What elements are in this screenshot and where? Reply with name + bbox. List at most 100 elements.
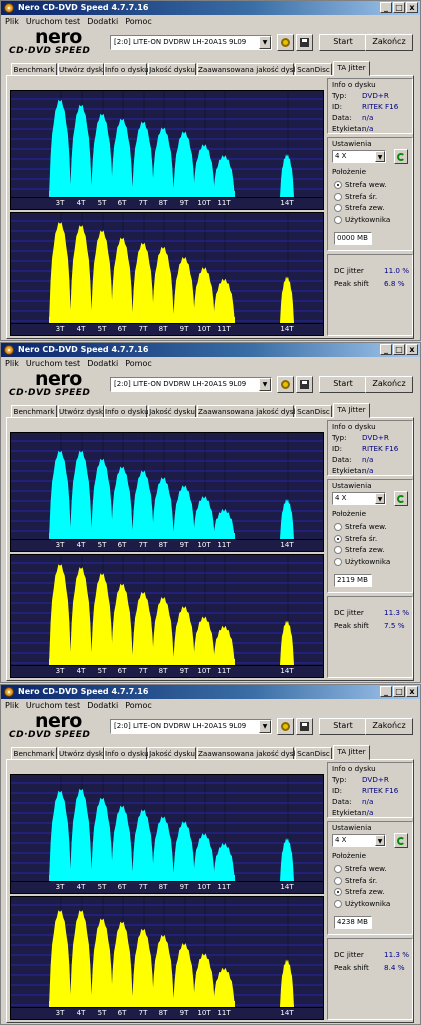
save-button[interactable] bbox=[296, 376, 313, 393]
maximize-button[interactable]: □ bbox=[393, 2, 405, 13]
position-option[interactable]: Strefa śr. bbox=[334, 875, 377, 886]
save-button[interactable] bbox=[296, 34, 313, 51]
drive-select[interactable]: [2:0] LITE-ON DVDRW LH-20A1S 9L09 ▼ bbox=[110, 719, 272, 734]
refresh-button[interactable] bbox=[394, 491, 408, 506]
position-mb-field[interactable]: 4238 MB bbox=[334, 916, 372, 929]
start-button[interactable]: Start bbox=[319, 376, 367, 393]
drive-info-button[interactable] bbox=[277, 34, 294, 51]
maximize-button[interactable]: □ bbox=[393, 686, 405, 697]
radio-button[interactable] bbox=[334, 888, 342, 896]
menu-item[interactable]: Plik bbox=[1, 358, 22, 370]
title-buttons: _ □ x bbox=[379, 344, 418, 356]
radio-button[interactable] bbox=[334, 192, 342, 201]
chevron-down-icon[interactable]: ▼ bbox=[375, 151, 385, 162]
title-bar[interactable]: Nero CD-DVD Speed 4.7.7.16 _ □ x bbox=[1, 343, 420, 357]
position-mb-field[interactable]: 0000 MB bbox=[334, 232, 372, 245]
tab-ta-jitter[interactable]: TA Jitter bbox=[333, 403, 370, 418]
results-group: DC jitter 11.3 % Peak shift 7.5 % bbox=[327, 596, 413, 678]
pit-jitter-svg bbox=[11, 213, 323, 323]
settings-title: Ustawienia bbox=[332, 139, 372, 148]
menu-item[interactable]: Plik bbox=[1, 700, 22, 712]
menu-item[interactable]: Dodatki bbox=[83, 700, 121, 712]
position-option[interactable]: Strefa wew. bbox=[334, 179, 387, 190]
pit-jitter-chart bbox=[10, 212, 324, 324]
chevron-down-icon[interactable]: ▼ bbox=[259, 378, 271, 391]
x-tick-label: 9T bbox=[179, 325, 189, 333]
land-peak bbox=[152, 127, 174, 197]
start-button[interactable]: Start bbox=[319, 34, 367, 51]
refresh-button[interactable] bbox=[394, 149, 408, 164]
menu-item[interactable]: Pomoc bbox=[121, 16, 155, 28]
position-option[interactable]: Użytkownika bbox=[334, 214, 390, 225]
radio-button[interactable] bbox=[334, 204, 342, 212]
minimize-button[interactable]: _ bbox=[380, 2, 392, 13]
menu-item[interactable]: Dodatki bbox=[83, 358, 121, 370]
start-button[interactable]: Start bbox=[319, 718, 367, 735]
chevron-down-icon[interactable]: ▼ bbox=[375, 835, 385, 846]
speed-select[interactable]: 4 X ▼ bbox=[332, 834, 386, 847]
radio-button[interactable] bbox=[334, 876, 342, 885]
position-option[interactable]: Użytkownika bbox=[334, 556, 390, 567]
pit-peak bbox=[193, 267, 215, 323]
menu-item[interactable]: Pomoc bbox=[121, 700, 155, 712]
exit-button[interactable]: Zakończ bbox=[365, 376, 413, 393]
menu-item[interactable]: Dodatki bbox=[83, 16, 121, 28]
logo-subtitle: CD·DVD SPEED bbox=[9, 730, 91, 740]
position-option-label: Użytkownika bbox=[345, 214, 391, 224]
radio-button[interactable] bbox=[334, 546, 342, 554]
speed-select[interactable]: 4 X ▼ bbox=[332, 492, 386, 505]
radio-button[interactable] bbox=[334, 181, 342, 189]
title-bar[interactable]: Nero CD-DVD Speed 4.7.7.16 _ □ x bbox=[1, 685, 420, 699]
radio-button[interactable] bbox=[334, 899, 342, 908]
x-tick-label: 6T bbox=[117, 883, 127, 891]
close-window-button[interactable]: x bbox=[406, 2, 418, 13]
position-option[interactable]: Strefa śr. bbox=[334, 191, 377, 202]
minimize-button[interactable]: _ bbox=[380, 686, 392, 697]
position-mb-field[interactable]: 2119 MB bbox=[334, 574, 372, 587]
exit-button[interactable]: Zakończ bbox=[365, 718, 413, 735]
radio-button[interactable] bbox=[334, 557, 342, 566]
menu-item[interactable]: Plik bbox=[1, 16, 22, 28]
radio-button[interactable] bbox=[334, 523, 342, 531]
position-option[interactable]: Strefa wew. bbox=[334, 863, 387, 874]
drive-info-button[interactable] bbox=[277, 376, 294, 393]
drive-select-value: [2:0] LITE-ON DVDRW LH-20A1S 9L09 bbox=[114, 38, 247, 46]
tab-ta-jitter[interactable]: TA Jitter bbox=[333, 61, 370, 76]
pit-peak bbox=[111, 921, 133, 1007]
drive-select[interactable]: [2:0] LITE-ON DVDRW LH-20A1S 9L09 ▼ bbox=[110, 35, 272, 50]
floppy-disk-icon bbox=[300, 38, 309, 47]
save-button[interactable] bbox=[296, 718, 313, 735]
position-option-label: Użytkownika bbox=[345, 556, 391, 566]
tab-strip: Benchmark Utwórz dysk Info o dysku Jakość d… bbox=[6, 61, 418, 76]
close-window-button[interactable]: x bbox=[406, 686, 418, 697]
position-option[interactable]: Strefa wew. bbox=[334, 521, 387, 532]
chevron-down-icon[interactable]: ▼ bbox=[375, 493, 385, 504]
menu-item[interactable]: Pomoc bbox=[121, 358, 155, 370]
maximize-button[interactable]: □ bbox=[393, 344, 405, 355]
drive-select[interactable]: [2:0] LITE-ON DVDRW LH-20A1S 9L09 ▼ bbox=[110, 377, 272, 392]
speed-value: 4 X bbox=[335, 836, 347, 844]
pit-x-axis: 3T 4T 5T 6T 7T 8T 9T 10T 11T 14T bbox=[10, 666, 324, 678]
radio-button[interactable] bbox=[334, 215, 342, 224]
minimize-button[interactable]: _ bbox=[380, 344, 392, 355]
logo-brand: nero bbox=[35, 710, 82, 732]
refresh-button[interactable] bbox=[394, 833, 408, 848]
speed-select[interactable]: 4 X ▼ bbox=[332, 150, 386, 163]
chevron-down-icon[interactable]: ▼ bbox=[259, 36, 271, 49]
land-peak bbox=[173, 131, 195, 197]
stat-label: Peak shift bbox=[334, 963, 369, 972]
tab-ta-jitter[interactable]: TA Jitter bbox=[333, 745, 370, 760]
title-bar[interactable]: Nero CD-DVD Speed 4.7.7.16 _ □ x bbox=[1, 1, 420, 15]
drive-info-button[interactable] bbox=[277, 718, 294, 735]
position-option[interactable]: Strefa zew. bbox=[334, 202, 385, 213]
position-option[interactable]: Strefa zew. bbox=[334, 886, 385, 897]
position-option[interactable]: Strefa śr. bbox=[334, 533, 377, 544]
position-option[interactable]: Użytkownika bbox=[334, 898, 390, 909]
radio-button[interactable] bbox=[334, 865, 342, 873]
exit-button[interactable]: Zakończ bbox=[365, 34, 413, 51]
radio-button[interactable] bbox=[334, 534, 342, 543]
position-option[interactable]: Strefa zew. bbox=[334, 544, 385, 555]
close-window-button[interactable]: x bbox=[406, 344, 418, 355]
x-tick-label: 10T bbox=[197, 667, 211, 675]
chevron-down-icon[interactable]: ▼ bbox=[259, 720, 271, 733]
